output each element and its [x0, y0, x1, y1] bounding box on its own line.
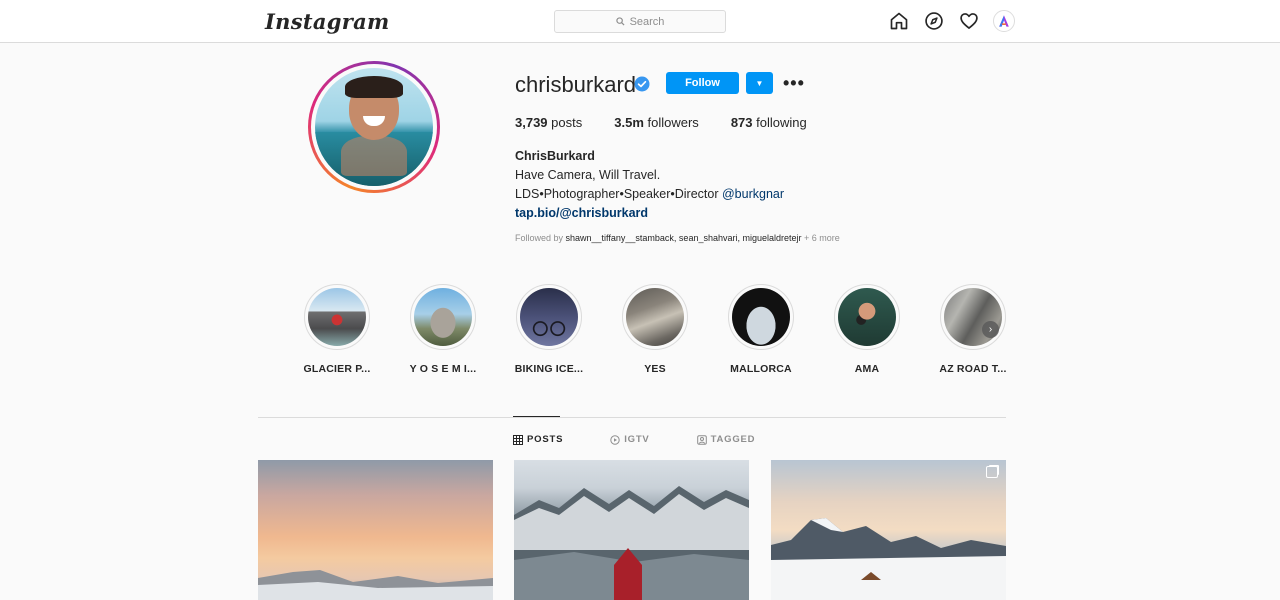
profile-photo — [315, 68, 433, 186]
tab-posts[interactable]: POSTS — [513, 434, 563, 445]
profile-tabs: POSTS IGTV TAGGED — [513, 434, 755, 445]
tabs-divider — [258, 417, 1006, 418]
highlight-item[interactable]: BIKING ICE... — [496, 284, 602, 375]
posts-count: 3,739 posts — [515, 115, 583, 130]
post-image — [771, 518, 1006, 600]
profile-username: chrisburkard — [515, 72, 637, 97]
post-image — [258, 570, 493, 600]
highlight-label: AZ ROAD T... — [939, 363, 1007, 375]
highlight-label: GLACIER P... — [303, 363, 371, 375]
suggestions-dropdown-button[interactable]: ▼ — [746, 72, 773, 94]
highlight-item[interactable]: AZ ROAD T... — [920, 284, 1026, 375]
search-icon — [615, 17, 625, 26]
heart-icon[interactable] — [958, 10, 980, 32]
following-count[interactable]: 873 following — [731, 115, 807, 130]
highlight-cover — [626, 288, 684, 346]
tagged-icon — [696, 434, 707, 445]
chevron-down-icon: ▼ — [755, 78, 764, 88]
post-thumbnail[interactable] — [514, 460, 749, 600]
tab-igtv[interactable]: IGTV — [610, 434, 649, 445]
highlight-label: BIKING ICE... — [514, 363, 584, 375]
highlight-label: AMA — [854, 363, 880, 375]
highlight-label: Y O S E M I... — [409, 363, 477, 375]
avatar[interactable] — [993, 10, 1015, 32]
explore-icon[interactable] — [923, 10, 945, 32]
followed-by[interactable]: Followed by shawn__tiffany__stamback, se… — [515, 233, 840, 243]
top-navigation-bar: Instagram Search — [0, 0, 1280, 43]
highlight-label: YES — [644, 363, 666, 375]
active-tab-indicator — [513, 416, 560, 417]
grid-icon — [513, 434, 523, 445]
highlight-item[interactable]: GLACIER P... — [284, 284, 390, 375]
nav-icons — [888, 10, 1015, 32]
profile-picture[interactable] — [308, 61, 440, 193]
post-thumbnail[interactable] — [258, 460, 493, 600]
verified-badge-icon — [634, 76, 650, 92]
igtv-icon — [610, 434, 620, 445]
tab-tagged[interactable]: TAGGED — [696, 434, 756, 445]
highlight-cover — [732, 288, 790, 346]
post-image — [514, 486, 749, 600]
instagram-logo[interactable]: Instagram — [265, 9, 390, 34]
follow-button[interactable]: Follow — [666, 72, 739, 94]
highlight-item[interactable]: YES — [602, 284, 708, 375]
chevron-right-icon[interactable]: › — [982, 321, 999, 338]
story-highlights: GLACIER P... Y O S E M I... BIKING ICE..… — [284, 284, 1026, 375]
search-input[interactable]: Search — [554, 10, 726, 33]
followers-count[interactable]: 3.5m followers — [614, 115, 699, 130]
multiple-posts-icon — [986, 466, 998, 478]
highlight-item[interactable]: MALLORCA — [708, 284, 814, 375]
highlight-cover — [308, 288, 366, 346]
more-options-button[interactable]: ••• — [783, 73, 805, 94]
search-placeholder: Search — [629, 15, 665, 28]
bio-name: ChrisBurkard — [515, 149, 595, 163]
profile-bio: ChrisBurkard Have Camera, Will Travel. L… — [515, 147, 784, 223]
bio-website-link[interactable]: tap.bio/@chrisburkard — [515, 204, 784, 223]
bio-line: LDS•Photographer•Speaker•Director @burkg… — [515, 187, 785, 201]
bio-mention-link[interactable]: @burkgnar — [722, 187, 784, 201]
highlight-cover — [838, 288, 896, 346]
highlight-cover — [414, 288, 472, 346]
highlight-item[interactable]: AMA — [814, 284, 920, 375]
post-thumbnail[interactable] — [771, 460, 1006, 600]
profile-stats: 3,739 posts 3.5m followers 873 following — [515, 115, 807, 130]
highlight-item[interactable]: Y O S E M I... — [390, 284, 496, 375]
bio-line: Have Camera, Will Travel. — [515, 168, 661, 182]
highlight-label: MALLORCA — [730, 363, 792, 375]
home-icon[interactable] — [888, 10, 910, 32]
highlight-cover — [520, 288, 578, 346]
